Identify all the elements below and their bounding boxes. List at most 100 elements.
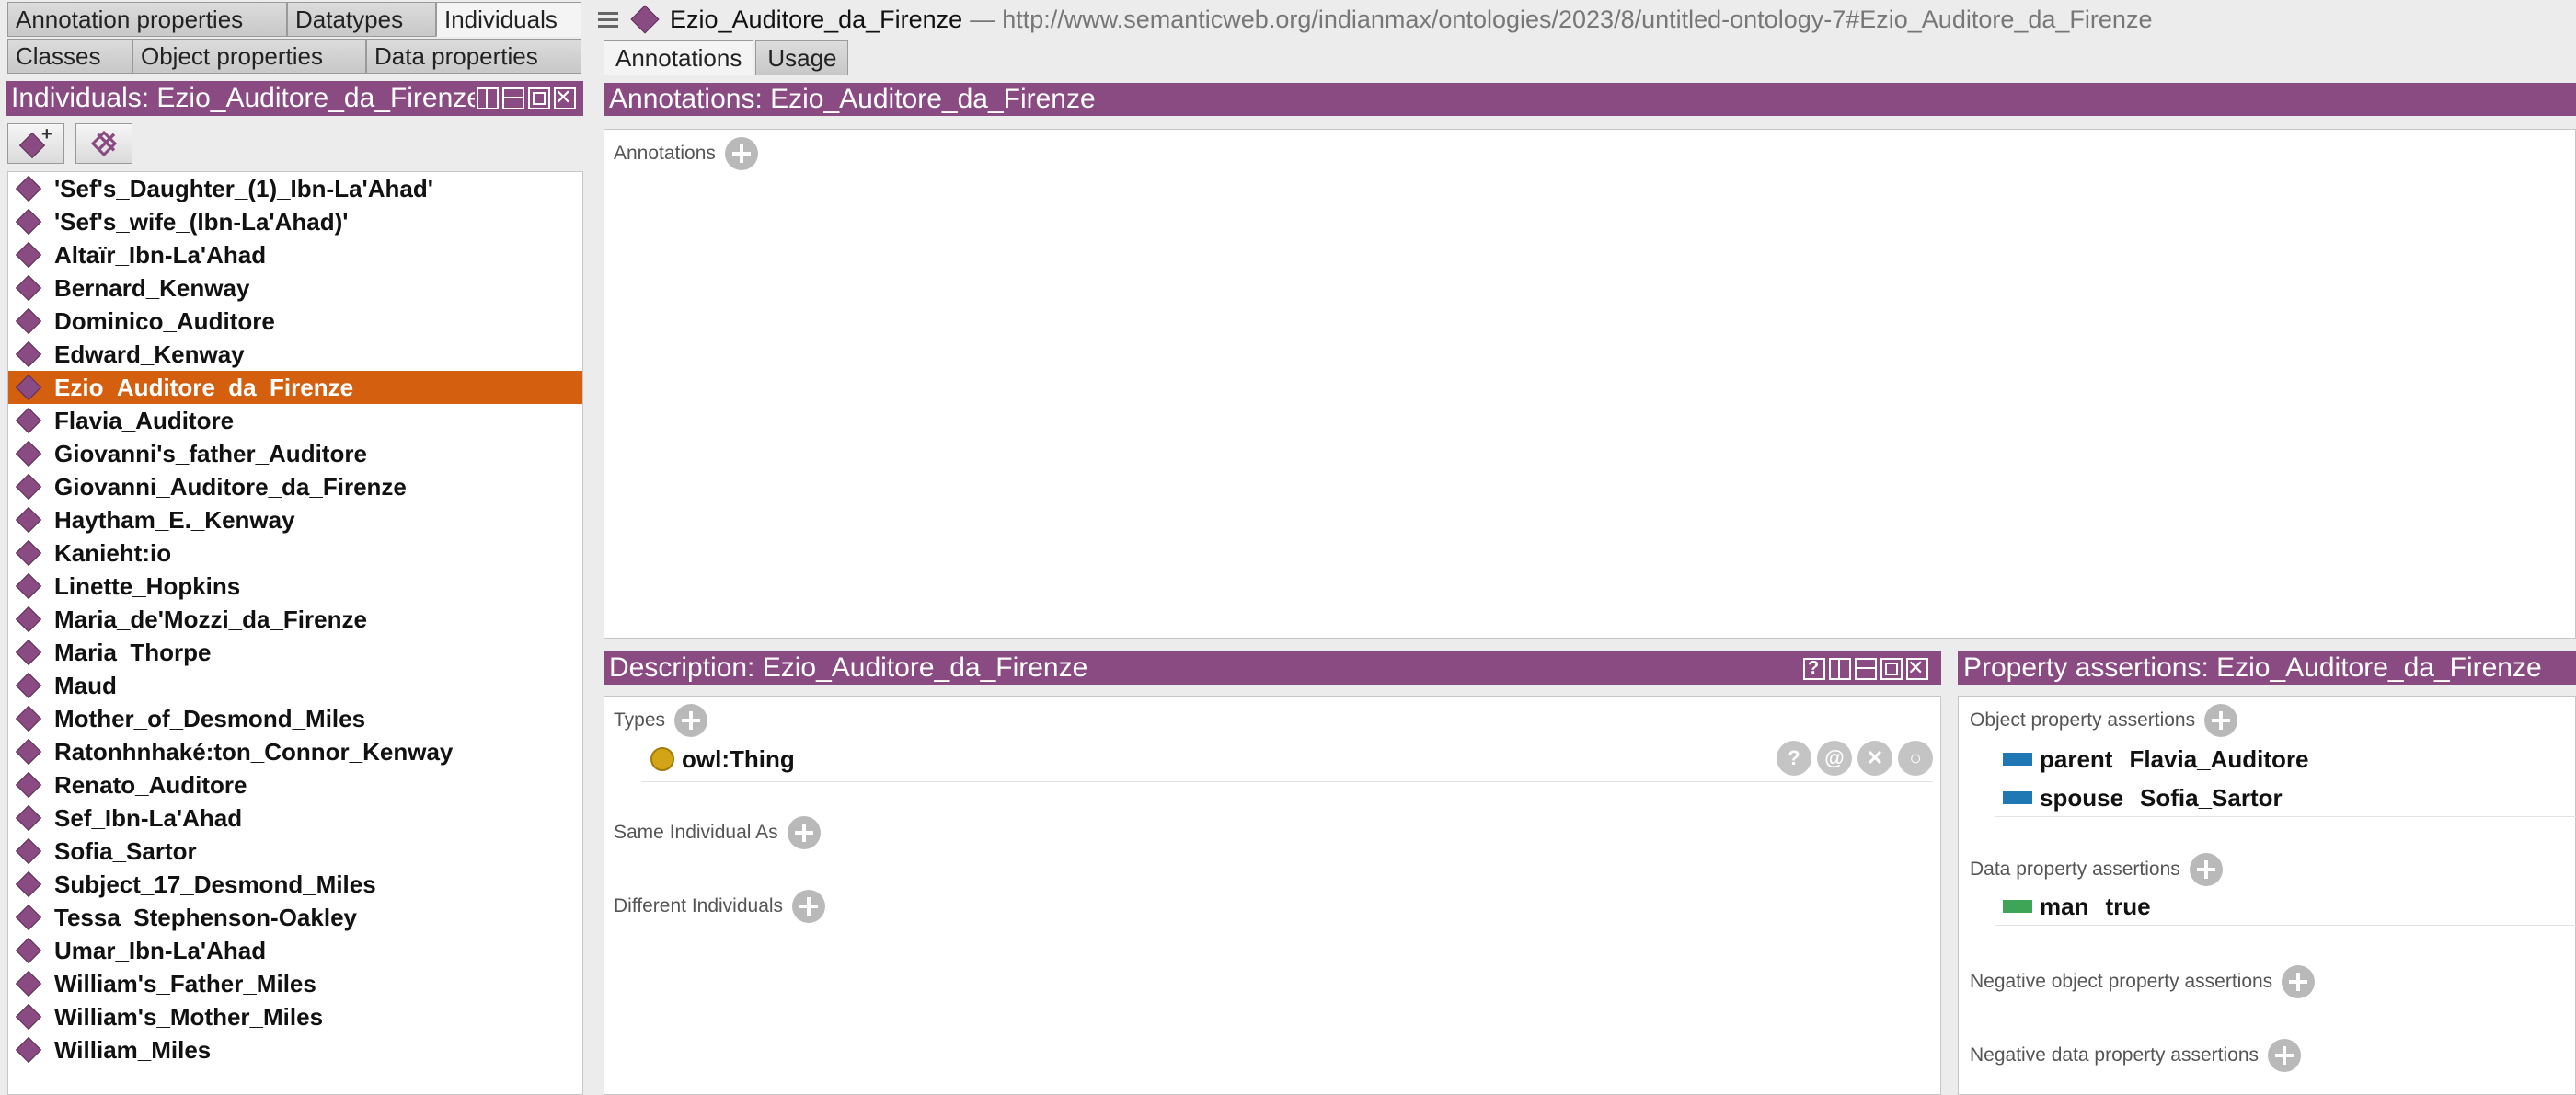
individual-list-item[interactable]: Renato_Auditore <box>8 768 582 801</box>
individual-list-item[interactable]: Flavia_Auditore <box>8 404 582 437</box>
individual-list-item[interactable]: Mother_of_Desmond_Miles <box>8 702 582 735</box>
row-divider <box>1995 925 2576 926</box>
close-view-icon[interactable]: ✕ <box>554 86 576 110</box>
tab-annotation-properties[interactable]: Annotation properties <box>7 2 287 37</box>
help-icon[interactable]: ? <box>1803 658 1825 680</box>
individual-list-item[interactable]: Ezio_Auditore_da_Firenze <box>8 371 582 404</box>
individual-list-item[interactable]: Dominico_Auditore <box>8 305 582 338</box>
close-view-icon[interactable]: ✕ <box>1906 657 1928 680</box>
edit-icon[interactable]: ○ <box>1898 741 1933 776</box>
property-assertions-panel: Object property assertions parent Flavia… <box>1958 696 2576 1095</box>
individual-icon <box>15 506 42 534</box>
individual-list-item[interactable]: Maria_de'Mozzi_da_Firenze <box>8 603 582 636</box>
individual-list-item[interactable]: Maud <box>8 669 582 702</box>
add-different-individual-icon[interactable] <box>792 890 826 923</box>
individual-label: William_Miles <box>54 1035 212 1064</box>
individual-label: Haytham_E._Kenway <box>54 505 295 534</box>
individual-list-item[interactable]: Edward_Kenway <box>8 338 582 371</box>
description-panel: Types owl:Thing ? @ ✕ ○ Same Individual … <box>604 696 1941 1095</box>
type-row[interactable]: owl:Thing <box>650 741 795 778</box>
individual-list-item[interactable]: Sef_Ibn-La'Ahad <box>8 801 582 835</box>
individual-list-item[interactable]: William_Miles <box>8 1033 582 1066</box>
maximize-icon[interactable] <box>1880 658 1903 680</box>
hamburger-menu-icon[interactable] <box>598 8 618 31</box>
individual-label: Ezio_Auditore_da_Firenze <box>54 373 354 401</box>
annotations-section: Annotations <box>614 137 758 170</box>
individual-list-item[interactable]: Giovanni's_father_Auditore <box>8 437 582 470</box>
individual-list-item[interactable]: Bernard_Kenway <box>8 271 582 305</box>
add-data-property-assertion-icon[interactable] <box>2189 853 2223 886</box>
individual-list-item[interactable]: Subject_17_Desmond_Miles <box>8 868 582 901</box>
individual-icon <box>15 473 42 501</box>
individual-label: Giovanni's_father_Auditore <box>54 439 367 467</box>
delete-individual-button[interactable]: ✕ <box>75 123 132 164</box>
individual-label: Edward_Kenway <box>54 340 245 368</box>
description-header: Description: Ezio_Auditore_da_Firenze ? … <box>604 651 1941 685</box>
individual-icon <box>15 440 42 467</box>
individual-list-item[interactable]: Maria_Thorpe <box>8 636 582 669</box>
object-property-icon <box>2003 753 2032 766</box>
tab-usage[interactable]: Usage <box>755 40 849 75</box>
individual-icon <box>15 572 42 600</box>
individual-icon <box>15 639 42 666</box>
individual-list-item[interactable]: 'Sef's_Daughter_(1)_Ibn-La'Ahad' <box>8 172 582 205</box>
tab-classes[interactable]: Classes <box>7 39 132 74</box>
add-annotation-icon[interactable] <box>724 137 758 170</box>
individual-list-item[interactable]: Tessa_Stephenson-Oakley <box>8 901 582 934</box>
add-individual-button[interactable]: + <box>7 123 64 164</box>
tab-annotations[interactable]: Annotations <box>604 40 754 75</box>
individual-list-item[interactable]: Haytham_E._Kenway <box>8 503 582 536</box>
annotate-icon[interactable]: @ <box>1817 741 1852 776</box>
data-assertion-row[interactable]: man true <box>2003 888 2151 925</box>
individual-label: Bernard_Kenway <box>54 273 250 302</box>
individual-label: Sofia_Sartor <box>54 836 197 865</box>
individual-list-item[interactable]: Altaïr_Ibn-La'Ahad <box>8 238 582 271</box>
tab-individuals[interactable]: Individuals <box>436 2 581 37</box>
individual-icon <box>15 605 42 633</box>
individual-icon <box>15 340 42 368</box>
individual-label: Kanieht:io <box>54 538 172 567</box>
individuals-list[interactable]: 'Sef's_Daughter_(1)_Ibn-La'Ahad' 'Sef's_w… <box>7 171 583 1095</box>
object-property-assertions-label: Object property assertions <box>1970 709 2196 731</box>
split-horizontal-icon[interactable] <box>502 87 524 110</box>
split-vertical-icon[interactable] <box>1829 658 1851 680</box>
split-vertical-icon[interactable] <box>477 87 499 110</box>
delete-icon[interactable]: ✕ <box>1857 741 1892 776</box>
object-property-assertions-section: Object property assertions <box>1970 704 2238 737</box>
tab-data-properties[interactable]: Data properties <box>366 39 581 74</box>
add-negative-object-property-assertion-icon[interactable] <box>2282 965 2316 998</box>
split-horizontal-icon[interactable] <box>1855 658 1877 680</box>
tab-object-properties[interactable]: Object properties <box>132 39 366 74</box>
add-same-individual-icon[interactable] <box>787 816 821 849</box>
entity-title-bar: Ezio_Auditore_da_Firenze — http://www.se… <box>598 0 2576 39</box>
left-pane: Annotation properties Datatypes Individu… <box>0 0 589 1095</box>
individual-list-item[interactable]: Kanieht:io <box>8 536 582 570</box>
individual-list-item[interactable]: William's_Mother_Miles <box>8 1000 582 1033</box>
explain-icon[interactable]: ? <box>1777 741 1811 776</box>
individual-label: 'Sef's_wife_(Ibn-La'Ahad)' <box>54 207 349 236</box>
individual-label: Sef_Ibn-La'Ahad <box>54 803 243 832</box>
individual-list-item[interactable]: Giovanni_Auditore_da_Firenze <box>8 470 582 503</box>
object-assertion-row[interactable]: spouse Sofia_Sartor <box>2003 779 2283 816</box>
add-negative-data-property-assertion-icon[interactable] <box>2268 1039 2302 1072</box>
entity-tabs: Annotations Usage <box>604 40 849 75</box>
data-property-assertions-label: Data property assertions <box>1970 859 2180 880</box>
add-object-property-assertion-icon[interactable] <box>2204 704 2238 737</box>
individual-list-item[interactable]: 'Sef's_wife_(Ibn-La'Ahad)' <box>8 205 582 238</box>
tab-datatypes[interactable]: Datatypes <box>287 2 436 37</box>
annotations-label: Annotations <box>614 143 716 164</box>
maximize-icon[interactable] <box>528 87 550 110</box>
entity-iri: http://www.semanticweb.org/indianmax/ont… <box>1002 5 2153 33</box>
individual-icon <box>15 539 42 567</box>
individual-list-item[interactable]: Ratonhnhaké:ton_Connor_Kenway <box>8 735 582 768</box>
individual-icon <box>15 870 42 898</box>
individual-list-item[interactable]: Sofia_Sartor <box>8 835 582 868</box>
individual-icon <box>15 705 42 732</box>
individual-list-item[interactable]: Umar_Ibn-La'Ahad <box>8 934 582 967</box>
add-type-icon[interactable] <box>674 704 708 737</box>
individual-list-item[interactable]: William's_Father_Miles <box>8 967 582 1000</box>
individual-list-item[interactable]: Linette_Hopkins <box>8 570 582 603</box>
different-individuals-section: Different Individuals <box>614 890 826 923</box>
object-assertion-row[interactable]: parent Flavia_Auditore <box>2003 741 2309 778</box>
individual-icon <box>15 241 42 269</box>
